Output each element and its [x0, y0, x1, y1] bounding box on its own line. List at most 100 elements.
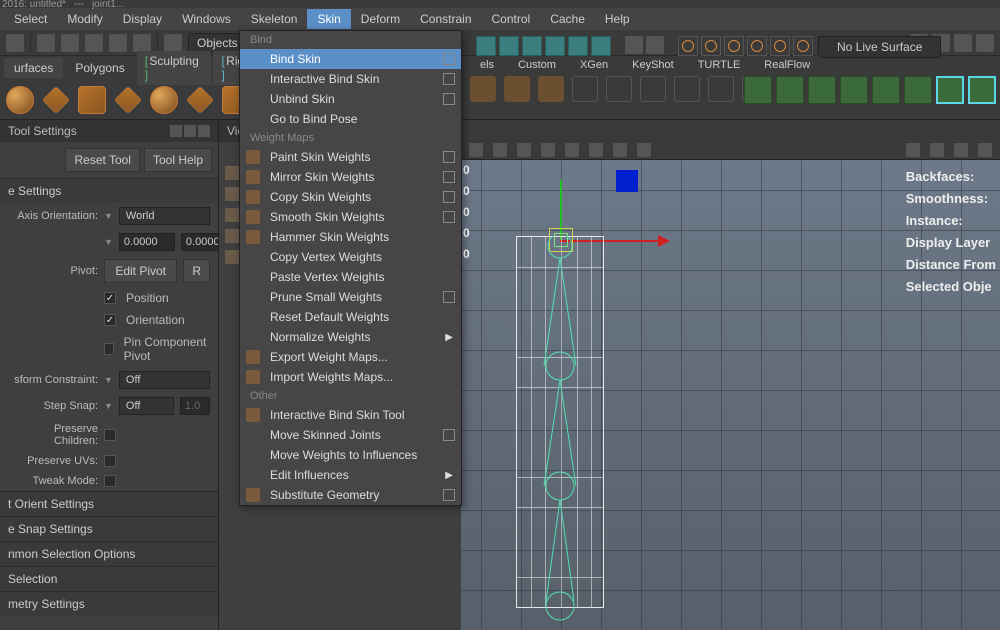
- option-box-icon[interactable]: [443, 211, 455, 223]
- torus-icon[interactable]: [150, 86, 178, 114]
- menu-constrain[interactable]: Constrain: [410, 9, 481, 29]
- anim-icon-2[interactable]: [776, 76, 804, 104]
- menu-item-export-weight-maps-[interactable]: Export Weight Maps...: [240, 347, 461, 367]
- axis-value-2[interactable]: [181, 233, 219, 251]
- pin-component-checkbox[interactable]: [104, 343, 114, 355]
- open-icon[interactable]: [61, 34, 79, 52]
- cone-icon[interactable]: [114, 86, 142, 114]
- viewport[interactable]: Backfaces:Smoothness:Instance:Display La…: [461, 140, 1000, 630]
- menu-deform[interactable]: Deform: [351, 9, 410, 29]
- menu-item-paste-vertex-weights[interactable]: Paste Vertex Weights: [240, 267, 461, 287]
- menu-help[interactable]: Help: [595, 9, 640, 29]
- anim-icon-4[interactable]: [840, 76, 868, 104]
- vp-select-icon[interactable]: [469, 143, 483, 157]
- sym-icon-2[interactable]: [701, 36, 721, 56]
- poly-icon-8[interactable]: [708, 76, 734, 102]
- live-surface-field[interactable]: No Live Surface: [818, 36, 941, 58]
- section-header[interactable]: t Orient Settings: [0, 491, 218, 516]
- menu-modify[interactable]: Modify: [57, 9, 112, 29]
- menu-item-move-skinned-joints[interactable]: Move Skinned Joints: [240, 425, 461, 445]
- sym-icon-1[interactable]: [678, 36, 698, 56]
- undo-icon[interactable]: [109, 34, 127, 52]
- folder-icon[interactable]: [37, 34, 55, 52]
- option-box-icon[interactable]: [443, 429, 455, 441]
- shelf-tab-xgen[interactable]: XGen: [570, 56, 618, 74]
- menu-item-smooth-skin-weights[interactable]: Smooth Skin Weights: [240, 207, 461, 227]
- shelf-tab-urfaces[interactable]: urfaces: [4, 58, 63, 78]
- vp-iso-icon[interactable]: [906, 143, 920, 157]
- anim-icon-3[interactable]: [808, 76, 836, 104]
- save-icon[interactable]: [85, 34, 103, 52]
- sym-icon-5[interactable]: [770, 36, 790, 56]
- snap-icon-5[interactable]: [568, 36, 588, 56]
- render-icon-4[interactable]: [976, 34, 994, 52]
- poly-icon-2[interactable]: [504, 76, 530, 102]
- unlock-icon[interactable]: [646, 36, 664, 54]
- option-box-icon[interactable]: [443, 93, 455, 105]
- menu-item-normalize-weights[interactable]: Normalize Weights▶: [240, 327, 461, 347]
- edit-pivot-button[interactable]: Edit Pivot: [104, 259, 177, 283]
- vp-res-icon[interactable]: [954, 143, 968, 157]
- poly-icon-1[interactable]: [470, 76, 496, 102]
- menu-item-reset-default-weights[interactable]: Reset Default Weights: [240, 307, 461, 327]
- anim-icon-5[interactable]: [872, 76, 900, 104]
- section-header[interactable]: metry Settings: [0, 591, 218, 616]
- vp-grid-icon[interactable]: [637, 143, 651, 157]
- dock-icon[interactable]: [170, 125, 182, 137]
- sphere-icon[interactable]: [6, 86, 34, 114]
- menu-item-prune-small-weights[interactable]: Prune Small Weights: [240, 287, 461, 307]
- menu-item-bind-skin[interactable]: Bind Skin: [240, 49, 461, 69]
- poly-icon-6[interactable]: [640, 76, 666, 102]
- snap-icon-2[interactable]: [499, 36, 519, 56]
- menu-item-interactive-bind-skin-tool[interactable]: Interactive Bind Skin Tool: [240, 405, 461, 425]
- vp-light-icon[interactable]: [541, 143, 555, 157]
- render-icon-3[interactable]: [954, 34, 972, 52]
- menu-item-edit-influences[interactable]: Edit Influences▶: [240, 465, 461, 485]
- cube-icon[interactable]: [42, 86, 70, 114]
- anim-icon-6[interactable]: [904, 76, 932, 104]
- section-header[interactable]: nmon Selection Options: [0, 541, 218, 566]
- menu-item-copy-skin-weights[interactable]: Copy Skin Weights: [240, 187, 461, 207]
- menu-item-substitute-geometry[interactable]: Substitute Geometry: [240, 485, 461, 505]
- shelf-tab-turtle[interactable]: TURTLE: [688, 56, 751, 74]
- anim-icon-1[interactable]: [744, 76, 772, 104]
- option-box-icon[interactable]: [443, 53, 455, 65]
- option-box-icon[interactable]: [443, 73, 455, 85]
- menu-item-mirror-skin-weights[interactable]: Mirror Skin Weights: [240, 167, 461, 187]
- close-icon[interactable]: [198, 125, 210, 137]
- menu-item-paint-skin-weights[interactable]: Paint Skin Weights: [240, 147, 461, 167]
- menu-control[interactable]: Control: [482, 9, 541, 29]
- menu-item-unbind-skin[interactable]: Unbind Skin: [240, 89, 461, 109]
- vp-camera-icon[interactable]: [493, 143, 507, 157]
- menu-cache[interactable]: Cache: [540, 9, 595, 29]
- snap-icon-6[interactable]: [591, 36, 611, 56]
- menu-item-go-to-bind-pose[interactable]: Go to Bind Pose: [240, 109, 461, 129]
- tool-help-button[interactable]: Tool Help: [144, 148, 212, 172]
- section-header[interactable]: Selection: [0, 566, 218, 591]
- move-settings-header[interactable]: e Settings: [0, 178, 218, 203]
- step-snap-value[interactable]: [180, 397, 210, 415]
- vp-tex-icon[interactable]: [589, 143, 603, 157]
- tweak-mode-checkbox[interactable]: [104, 475, 116, 487]
- joint-chain[interactable]: [516, 236, 604, 626]
- sym-icon-4[interactable]: [747, 36, 767, 56]
- option-box-icon[interactable]: [443, 171, 455, 183]
- menu-item-hammer-skin-weights[interactable]: Hammer Skin Weights: [240, 227, 461, 247]
- cylinder-icon[interactable]: [78, 86, 106, 114]
- anim-icon-8[interactable]: [968, 76, 996, 104]
- snap-icon-3[interactable]: [522, 36, 542, 56]
- poly-icon-5[interactable]: [606, 76, 632, 102]
- orientation-checkbox[interactable]: ✓: [104, 314, 116, 326]
- shelf-tab-sculpting[interactable]: [ Sculpting ]: [137, 51, 212, 85]
- snap-icon-4[interactable]: [545, 36, 565, 56]
- snap-icon-1[interactable]: [476, 36, 496, 56]
- shelf-tab-els[interactable]: els: [470, 56, 504, 74]
- sym-icon-6[interactable]: [793, 36, 813, 56]
- menu-item-move-weights-to-influences[interactable]: Move Weights to Influences: [240, 445, 461, 465]
- vp-xray-icon[interactable]: [613, 143, 627, 157]
- shelf-tab-keyshot[interactable]: KeyShot: [622, 56, 684, 74]
- option-box-icon[interactable]: [443, 191, 455, 203]
- option-box-icon[interactable]: [443, 489, 455, 501]
- menu-item-import-weights-maps-[interactable]: Import Weights Maps...: [240, 367, 461, 387]
- selection-mode[interactable]: Objects: [188, 33, 247, 53]
